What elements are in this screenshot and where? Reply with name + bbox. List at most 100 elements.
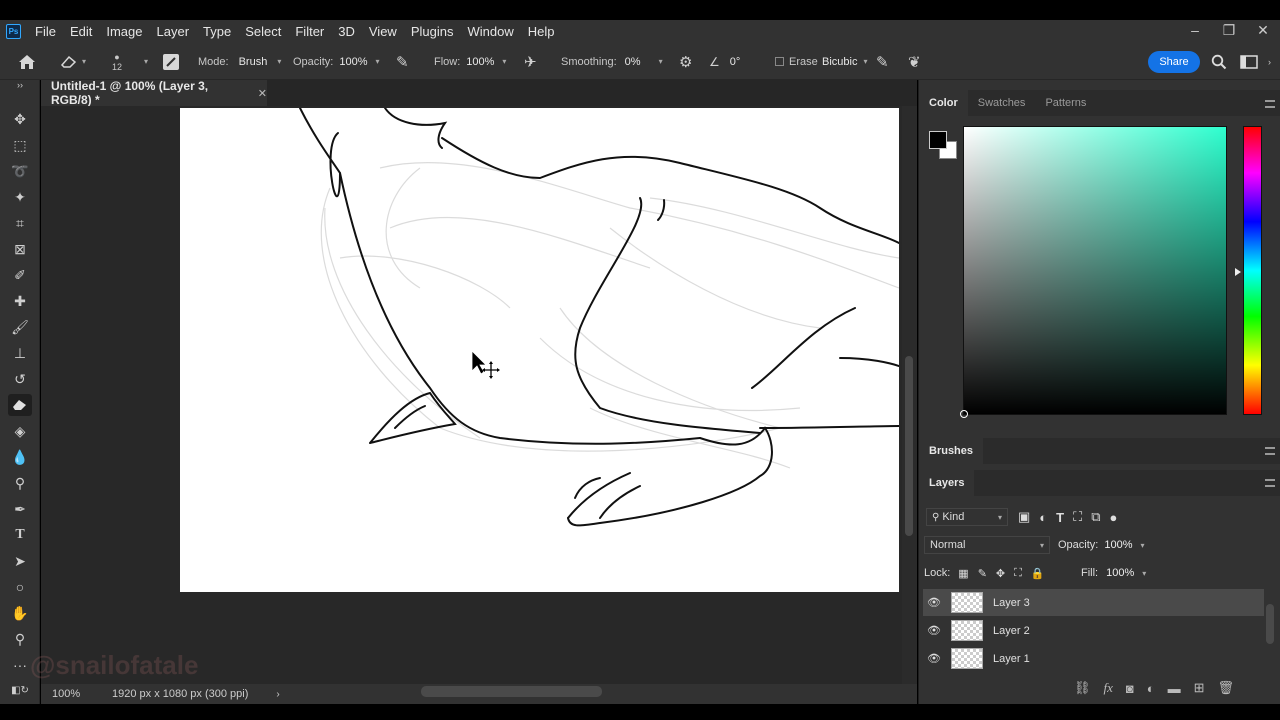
filter-type-icon[interactable]: T (1056, 510, 1064, 525)
lock-position-icon[interactable]: ✥ (996, 567, 1005, 580)
erase-history-checkbox[interactable] (775, 57, 784, 66)
vertical-scrollbar[interactable] (902, 106, 917, 684)
mode-select[interactable]: Brush (239, 56, 268, 68)
brushes-panel-menu-icon[interactable] (1265, 447, 1275, 455)
filter-pixel-icon[interactable]: ▣ (1018, 509, 1030, 525)
angle-input[interactable]: 0° (730, 56, 741, 68)
vertical-scroll-thumb[interactable] (905, 356, 913, 536)
filter-toggle-icon[interactable]: ● (1110, 510, 1118, 525)
more-tools-icon[interactable]: ··· (8, 654, 32, 676)
eraser-tool-icon[interactable] (8, 394, 32, 416)
layers-scroll-thumb[interactable] (1266, 604, 1274, 644)
link-layers-icon[interactable]: ⛓ (1074, 680, 1091, 696)
pressure-size-icon[interactable]: ✎ (876, 43, 889, 80)
clone-stamp-tool-icon[interactable]: ⊥ (8, 342, 32, 364)
menu-select[interactable]: Select (245, 24, 281, 39)
layer-opacity-input[interactable]: 100% (1104, 539, 1132, 551)
new-group-icon[interactable]: ▬ (1168, 681, 1181, 696)
symmetry-icon[interactable]: ❦ (908, 43, 921, 80)
color-panel-menu-icon[interactable] (1265, 100, 1275, 108)
layers-panel-menu-icon[interactable] (1265, 479, 1275, 487)
menu-type[interactable]: Type (203, 24, 231, 39)
resample-select[interactable]: Bicubic (822, 56, 857, 68)
magic-wand-tool-icon[interactable]: ✦ (8, 186, 32, 208)
tab-layers[interactable]: Layers (919, 470, 975, 496)
adjustment-layer-icon[interactable]: ◐ (1147, 681, 1155, 696)
menu-layer[interactable]: Layer (157, 24, 190, 39)
lock-image-icon[interactable]: ✎ (978, 567, 987, 580)
airbrush-icon[interactable]: ✈ (524, 43, 537, 80)
toolbar-collapse-icon[interactable]: ›› (8, 80, 32, 90)
menu-3d[interactable]: 3D (338, 24, 355, 39)
layer-effects-icon[interactable]: fx (1104, 680, 1113, 696)
filter-shape-icon[interactable]: ⛶ (1073, 509, 1082, 525)
options-overflow-icon[interactable]: › (1268, 43, 1271, 80)
marquee-tool-icon[interactable]: ⬚ (8, 134, 32, 156)
paint-bucket-tool-icon[interactable]: ◈ (8, 420, 32, 442)
home-icon[interactable] (18, 43, 36, 80)
hue-slider[interactable] (1243, 126, 1262, 415)
brush-size-picker[interactable]: ● 12 (112, 43, 122, 80)
zoom-level[interactable]: 100% (52, 688, 102, 700)
filter-adjustment-icon[interactable]: ◐ (1039, 510, 1047, 525)
document-tab[interactable]: Untitled-1 @ 100% (Layer 3, RGB/8) * ✕ (41, 79, 267, 107)
eraser-tool-preset-icon[interactable]: ▾ (60, 43, 86, 80)
brush-tool-icon[interactable]: 🖌 (8, 316, 32, 338)
layer-name[interactable]: Layer 3 (993, 597, 1030, 609)
layer-filter-select[interactable]: ⚲ Kind ▾ (926, 508, 1008, 526)
move-tool-icon[interactable]: ✥ (8, 108, 32, 130)
dodge-tool-icon[interactable]: ⚲ (8, 472, 32, 494)
healing-brush-tool-icon[interactable]: ✚ (8, 290, 32, 312)
hand-tool-icon[interactable]: ✋ (8, 602, 32, 624)
opacity-caret-icon[interactable]: ▾ (376, 57, 380, 66)
status-menu-arrow-icon[interactable]: › (276, 689, 279, 700)
layer-row[interactable]: 👁 Layer 2 (923, 617, 1264, 644)
layer-row[interactable]: 👁 Layer 3 (923, 589, 1264, 616)
path-selection-tool-icon[interactable]: ➤ (8, 550, 32, 572)
filter-smart-object-icon[interactable]: ⧉ (1091, 509, 1100, 525)
menu-file[interactable]: File (35, 24, 56, 39)
resample-caret-icon[interactable]: ▾ (863, 57, 867, 66)
blend-mode-select[interactable]: Normal ▾ (924, 536, 1050, 554)
crop-tool-icon[interactable]: ⌗ (8, 212, 32, 234)
menu-filter[interactable]: Filter (295, 24, 324, 39)
gear-icon[interactable]: ⚙ (679, 43, 692, 80)
color-picker-handle[interactable] (960, 410, 968, 418)
menu-help[interactable]: Help (528, 24, 555, 39)
blur-tool-icon[interactable]: 💧 (8, 446, 32, 468)
color-swatches-icon[interactable]: ◧↻ (8, 680, 32, 702)
close-window-icon[interactable]: ✕ (1246, 20, 1280, 43)
minimize-icon[interactable]: – (1178, 20, 1212, 43)
delete-layer-icon[interactable]: 🗑 (1218, 680, 1235, 696)
foreground-color-swatch[interactable] (929, 131, 947, 149)
hue-slider-marker-icon[interactable] (1235, 268, 1241, 276)
workspace-icon[interactable] (1240, 43, 1258, 80)
menu-view[interactable]: View (369, 24, 397, 39)
visibility-eye-icon[interactable]: 👁 (923, 596, 945, 609)
share-button[interactable]: Share (1148, 51, 1200, 73)
tab-color[interactable]: Color (919, 90, 968, 116)
search-icon[interactable] (1211, 43, 1227, 80)
lasso-tool-icon[interactable]: ➰ (8, 160, 32, 182)
add-mask-icon[interactable]: ◙ (1126, 681, 1134, 696)
fill-caret-icon[interactable]: ▾ (1142, 569, 1146, 578)
type-tool-icon[interactable]: T (8, 524, 32, 546)
lock-all-icon[interactable]: 🔒 (1031, 567, 1045, 580)
horizontal-scroll-thumb[interactable] (421, 686, 602, 697)
tab-brushes[interactable]: Brushes (919, 438, 984, 464)
pressure-opacity-icon[interactable]: ✎ (396, 43, 409, 80)
brush-picker-caret-icon[interactable]: ▾ (140, 43, 148, 80)
fill-input[interactable]: 100% (1106, 567, 1134, 579)
layer-name[interactable]: Layer 2 (993, 625, 1030, 637)
ellipse-tool-icon[interactable]: ○ (8, 576, 32, 598)
close-tab-icon[interactable]: ✕ (258, 87, 267, 100)
history-brush-tool-icon[interactable]: ↺ (8, 368, 32, 390)
restore-icon[interactable]: ❐ (1212, 20, 1246, 43)
smoothing-caret-icon[interactable]: ▾ (659, 57, 663, 66)
color-picker-field[interactable] (960, 126, 1227, 418)
menu-plugins[interactable]: Plugins (411, 24, 454, 39)
frame-tool-icon[interactable]: ⊠ (8, 238, 32, 260)
smoothing-input[interactable]: 0% (625, 56, 641, 68)
layer-opacity-caret-icon[interactable]: ▾ (1141, 541, 1145, 550)
new-layer-icon[interactable]: ⊞ (1194, 680, 1205, 696)
